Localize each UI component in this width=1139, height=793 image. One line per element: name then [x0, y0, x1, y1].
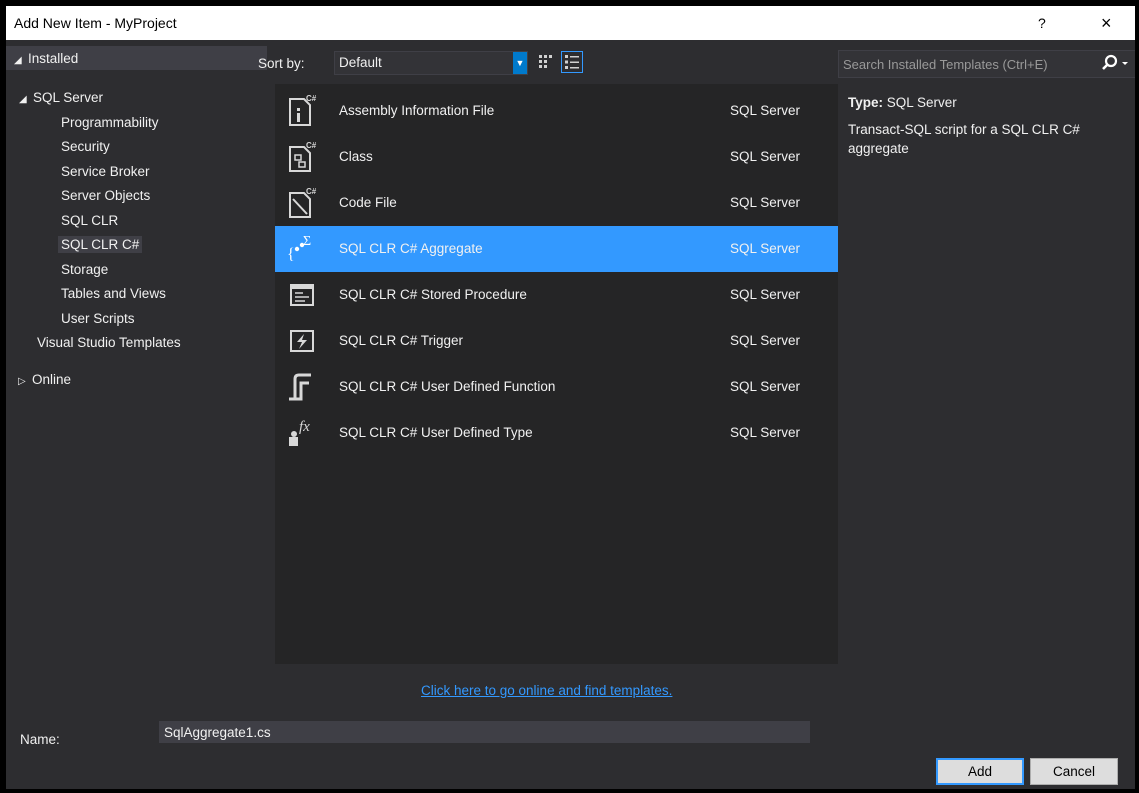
type-label: Type:: [848, 95, 884, 110]
type-value: SQL Server: [886, 95, 957, 110]
search-templates-input[interactable]: Search Installed Templates (Ctrl+E): [838, 50, 1135, 78]
name-field[interactable]: [159, 721, 810, 743]
title-bar: Add New Item - MyProject ? ×: [6, 6, 1135, 40]
sort-dropdown-value: Default: [339, 55, 382, 70]
list-item[interactable]: SQL CLR C# Trigger SQL Server: [275, 318, 838, 364]
template-name: Assembly Information File: [339, 103, 495, 118]
tree-node-storage[interactable]: Storage: [61, 262, 108, 277]
template-name: Code File: [339, 195, 397, 210]
template-category: SQL Server: [730, 425, 801, 440]
installed-label: Installed: [28, 51, 79, 66]
tree-node-sql-clr-csharp[interactable]: SQL CLR C#: [58, 236, 143, 253]
help-button[interactable]: ?: [1038, 15, 1046, 31]
template-category: SQL Server: [730, 379, 801, 394]
template-name: SQL CLR C# User Defined Function: [339, 379, 556, 394]
tree-node-programmability[interactable]: Programmability: [61, 115, 159, 130]
template-name: SQL CLR C# Aggregate: [339, 241, 483, 256]
svg-text:C#: C#: [306, 187, 317, 196]
list-item[interactable]: C# Class SQL Server: [275, 134, 838, 180]
svg-text:C#: C#: [306, 94, 317, 103]
list-item-selected[interactable]: { Σ SQL CLR C# Aggregate SQL Server: [275, 226, 838, 272]
name-input[interactable]: [159, 721, 809, 743]
template-category: SQL Server: [730, 149, 801, 164]
chevron-down-icon[interactable]: ▼: [513, 52, 527, 74]
user-defined-function-icon: [285, 369, 319, 403]
tree-node-service-broker[interactable]: Service Broker: [61, 164, 150, 179]
tree-node-sql-server[interactable]: ◢ SQL Server: [19, 90, 103, 105]
svg-text:{: {: [287, 246, 295, 263]
expanded-triangle-icon: ◢: [19, 94, 27, 105]
add-new-item-dialog: Add New Item - MyProject ? × ◢ Installed …: [6, 6, 1135, 789]
list-item[interactable]: SQL CLR C# Stored Procedure SQL Server: [275, 272, 838, 318]
name-label: Name:: [20, 732, 60, 747]
template-name: Class: [339, 149, 373, 164]
collapsed-triangle-icon: ▷: [18, 376, 26, 387]
template-type: Type: SQL Server: [848, 95, 957, 110]
svg-text:fx: fx: [299, 419, 310, 435]
template-category: SQL Server: [730, 195, 801, 210]
sort-dropdown[interactable]: Default ▼: [334, 51, 528, 75]
list-item[interactable]: C# Code File SQL Server: [275, 180, 838, 226]
tree-node-user-scripts[interactable]: User Scripts: [61, 311, 135, 326]
template-name: SQL CLR C# User Defined Type: [339, 425, 533, 440]
aggregate-icon: { Σ: [285, 231, 319, 265]
template-category: SQL Server: [730, 103, 801, 118]
template-name: SQL CLR C# Stored Procedure: [339, 287, 527, 302]
add-button[interactable]: Add: [936, 758, 1024, 785]
tree-node-online[interactable]: ▷ Online: [18, 372, 71, 387]
find-templates-online-link[interactable]: Click here to go online and find templat…: [421, 683, 672, 698]
template-category: SQL Server: [730, 241, 801, 256]
code-file-icon: C#: [285, 185, 319, 219]
close-button[interactable]: ×: [1101, 13, 1112, 34]
user-defined-type-icon: fx: [285, 415, 319, 449]
search-placeholder: Search Installed Templates (Ctrl+E): [843, 57, 1048, 72]
stored-procedure-icon: [285, 277, 319, 311]
template-description: Transact-SQL script for a SQL CLR C# agg…: [848, 122, 1080, 156]
sort-by-label: Sort by:: [258, 56, 305, 71]
list-view-icon[interactable]: [561, 51, 583, 73]
cancel-button[interactable]: Cancel: [1030, 758, 1118, 785]
list-item[interactable]: C# Assembly Information File SQL Server: [275, 88, 838, 134]
list-item[interactable]: fx SQL CLR C# User Defined Type SQL Serv…: [275, 410, 838, 456]
template-category: SQL Server: [730, 333, 801, 348]
class-file-icon: C#: [285, 139, 319, 173]
trigger-icon: [285, 323, 319, 357]
svg-text:Σ: Σ: [303, 234, 311, 249]
installed-header[interactable]: ◢ Installed: [6, 46, 267, 70]
tree-node-server-objects[interactable]: Server Objects: [61, 188, 150, 203]
expanded-triangle-icon: ◢: [14, 55, 22, 66]
template-category: SQL Server: [730, 287, 801, 302]
assembly-info-file-icon: C#: [285, 93, 319, 127]
window-title: Add New Item - MyProject: [14, 15, 177, 31]
tree-node-visual-studio-templates[interactable]: Visual Studio Templates: [37, 335, 181, 350]
tree-node-sql-clr[interactable]: SQL CLR: [61, 213, 118, 228]
search-icon[interactable]: [1101, 54, 1131, 75]
tree-node-tables-and-views[interactable]: Tables and Views: [61, 286, 166, 301]
small-icons-view-icon[interactable]: [535, 51, 557, 73]
template-name: SQL CLR C# Trigger: [339, 333, 464, 348]
list-item[interactable]: SQL CLR C# User Defined Function SQL Ser…: [275, 364, 838, 410]
svg-text:C#: C#: [306, 141, 317, 150]
template-list: C# Assembly Information File SQL Server …: [275, 84, 838, 664]
tree-node-security[interactable]: Security: [61, 139, 110, 154]
